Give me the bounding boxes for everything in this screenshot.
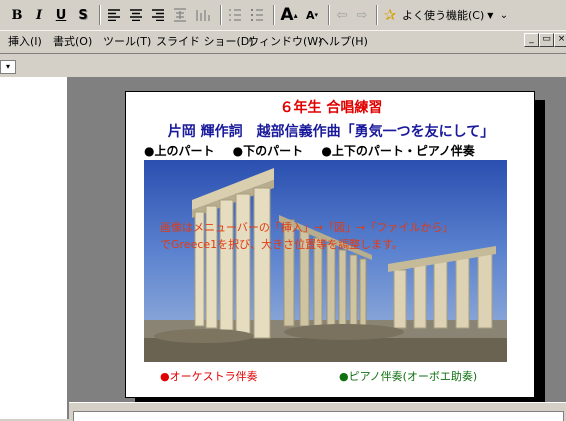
slide-title: ６年生 合唱練習	[279, 100, 383, 116]
toolbar-options-icon[interactable]: ⌄	[498, 4, 510, 26]
toolbar-row: ▾	[0, 53, 566, 78]
temple-image	[144, 168, 507, 362]
italic-button[interactable]: I	[29, 4, 49, 26]
minimize-window-icon[interactable]: _	[524, 33, 539, 47]
formatting-toolbar: B I U S A ▴ A ▾ ⇦ ⇨ ✰ よく使う機能(C) ▼ ⌄	[0, 0, 566, 31]
align-right-icon[interactable]	[148, 4, 168, 26]
restore-window-icon[interactable]: ▭	[539, 33, 554, 47]
menu-tools[interactable]: ツール(T)	[103, 33, 151, 49]
favorites-label: よく使う機能(C)	[402, 9, 485, 22]
slide[interactable]: ６年生 合唱練習 片岡 輝作詞 越部信義作曲「勇気一つを友にして」 ●上のパート…	[125, 91, 535, 398]
toolbar-separator	[99, 5, 100, 25]
dropdown-arrow-icon[interactable]: ▾	[0, 60, 16, 74]
bold-button[interactable]: B	[7, 4, 27, 26]
part-lower[interactable]: ●下のパート	[233, 144, 303, 158]
favorites-button[interactable]: よく使う機能(C) ▼	[402, 4, 498, 26]
increase-font-icon[interactable]: A ▴	[278, 4, 300, 26]
menu-bar: 挿入(I) 書式(O) ツール(T) スライド ショー(D) ウィンドウ(W) …	[0, 31, 566, 51]
menu-slideshow[interactable]: スライド ショー(D)	[156, 33, 254, 49]
menu-help[interactable]: ヘルプ(H)	[318, 33, 368, 49]
favorites-star-icon[interactable]: ✰	[381, 4, 399, 26]
notes-pane[interactable]	[73, 411, 564, 421]
align-left-icon[interactable]	[104, 4, 124, 26]
demote-arrow-icon[interactable]: ⇨	[353, 4, 371, 26]
promote-arrow-icon[interactable]: ⇦	[333, 4, 351, 26]
menu-window[interactable]: ウィンドウ(W)	[248, 33, 322, 49]
close-window-icon[interactable]: ×	[554, 33, 566, 47]
numbered-list-icon[interactable]	[225, 4, 245, 26]
chevron-down-icon: ▼	[487, 10, 494, 20]
slide-subtitle: 片岡 輝作詞 越部信義作曲「勇気一つを友にして」	[167, 124, 495, 140]
column-spacing-icon[interactable]	[192, 4, 214, 26]
notes-pane-frame	[69, 402, 566, 421]
align-center-icon[interactable]	[126, 4, 146, 26]
toolbar-separator	[376, 5, 377, 25]
shadow-button[interactable]: S	[73, 4, 93, 26]
part-upper[interactable]: ●上のパート	[144, 144, 214, 158]
parts-list: ●上のパート ●下のパート ●上下のパート・ピアノ伴奏	[144, 142, 489, 159]
instruction-note: 画像はメニューバーの「挿入」→「図」→「ファイルから」でGreece1を択び、大…	[160, 221, 454, 251]
toolbar-separator	[220, 5, 221, 25]
toolbar-separator	[328, 5, 329, 25]
menu-insert[interactable]: 挿入(I)	[8, 33, 42, 49]
distribute-icon[interactable]	[170, 4, 190, 26]
menu-format[interactable]: 書式(O)	[53, 33, 92, 49]
part-both-piano[interactable]: ●上下のパート・ピアノ伴奏	[321, 144, 474, 158]
piano-accompaniment[interactable]: ●ピアノ伴奏(オーボエ助奏)	[339, 368, 477, 384]
underline-button[interactable]: U	[51, 4, 71, 26]
temple-photo[interactable]	[144, 160, 507, 362]
outline-pane[interactable]	[0, 77, 69, 419]
toolbar-separator	[273, 5, 274, 25]
orchestra-accompaniment[interactable]: ●オーケストラ伴奏	[160, 368, 258, 384]
bulleted-list-icon[interactable]	[247, 4, 267, 26]
decrease-font-icon[interactable]: A ▾	[302, 4, 322, 26]
